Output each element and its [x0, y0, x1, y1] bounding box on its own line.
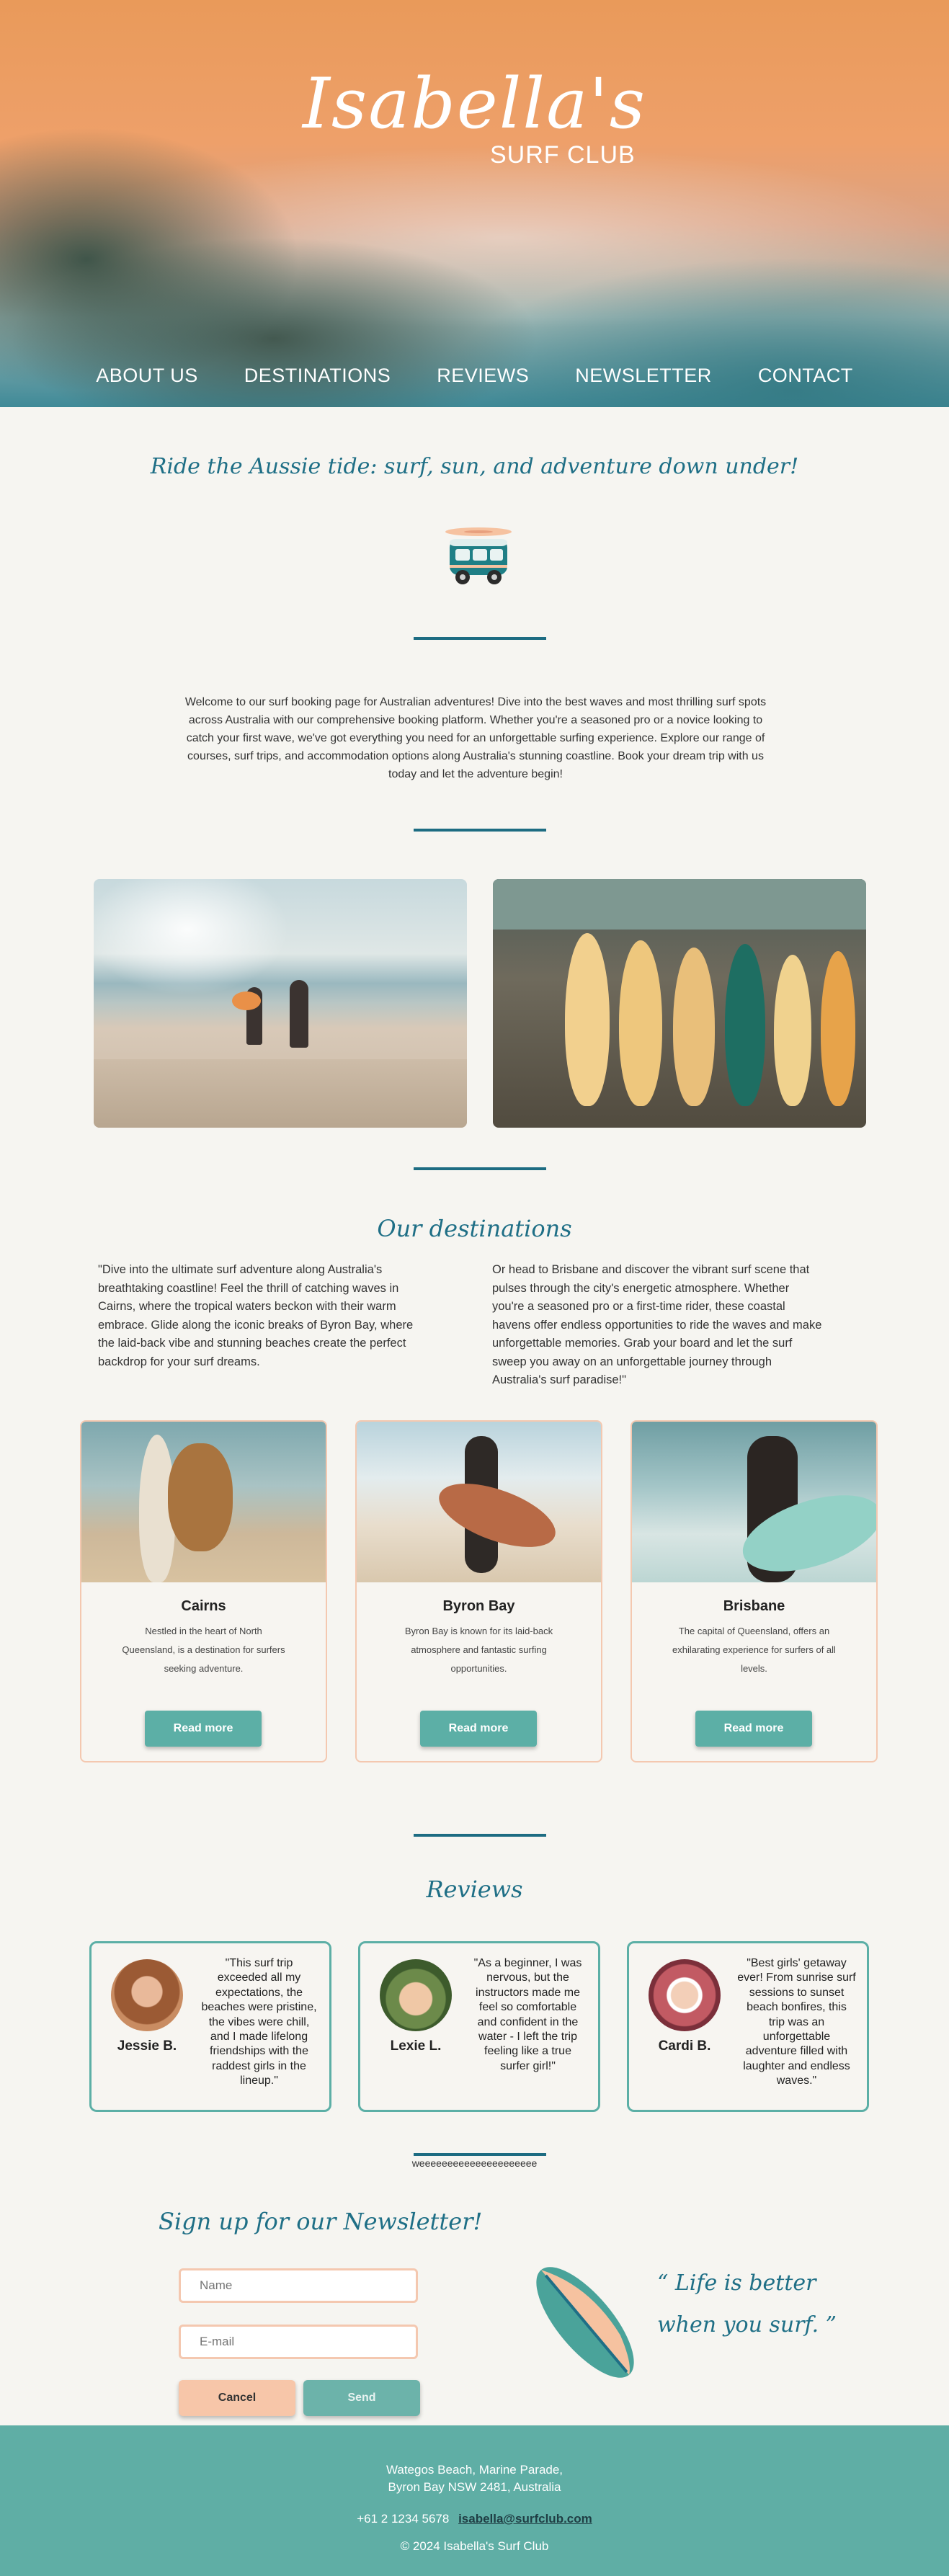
destinations-title: Our destinations [377, 1215, 572, 1242]
read-more-button[interactable]: Read more [695, 1711, 812, 1747]
cancel-button[interactable]: Cancel [179, 2380, 295, 2416]
surf-quote: “ Life is better when you surf. ” [657, 2263, 845, 2346]
nav-contact[interactable]: CONTACT [758, 365, 853, 387]
card-description: Byron Bay is known for its laid-back atm… [404, 1626, 553, 1674]
review-card: Lexie L. "As a beginner, I was nervous, … [358, 1941, 600, 2112]
surf-van-icon [445, 527, 512, 584]
reviews-title: Reviews [426, 1876, 523, 1903]
copyright: © 2024 Isabella's Surf Club [400, 2539, 549, 2553]
avatar [649, 1959, 721, 2031]
destination-card-brisbane: Brisbane The capital of Queensland, offe… [631, 1420, 878, 1762]
section-divider [414, 1834, 546, 1837]
avatar [111, 1959, 183, 2031]
byron-bay-photo [357, 1422, 601, 1582]
reviewer-name: Jessie B. [117, 2038, 177, 2054]
brisbane-photo [632, 1422, 876, 1587]
nav-newsletter[interactable]: NEWSLETTER [575, 365, 712, 387]
review-quote: "Best girls' getaway ever! From sunrise … [737, 1957, 856, 2087]
surfboard-icon [536, 2267, 634, 2378]
read-more-button[interactable]: Read more [420, 1711, 537, 1747]
intro-text: Welcome to our surf booking page for Aus… [184, 696, 767, 780]
email-link[interactable]: isabella@surfclub.com [458, 2512, 592, 2526]
address-line: Wategos Beach, Marine Parade, [386, 2463, 563, 2477]
card-title: Byron Bay [442, 1598, 515, 1614]
name-input[interactable] [179, 2268, 418, 2303]
quote-line: “ Life is better [657, 2270, 816, 2296]
site-title: Isabella's [303, 63, 646, 144]
footer-contact: +61 2 1234 5678 isabella@surfclub.com [0, 2512, 949, 2526]
phone-number: +61 2 1234 5678 [357, 2512, 450, 2526]
site-subtitle: SURF CLUB [490, 141, 636, 169]
email-input[interactable] [179, 2325, 418, 2359]
card-description: The capital of Queensland, offers an exh… [672, 1626, 836, 1674]
review-card: Jessie B. "This surf trip exceeded all m… [89, 1941, 331, 2112]
filler-text: weeeeeeeeeeeeeeeeeeeee [411, 2157, 538, 2169]
card-title: Cairns [181, 1598, 226, 1614]
send-button[interactable]: Send [303, 2380, 420, 2416]
review-card: Cardi B. "Best girls' getaway ever! From… [627, 1941, 869, 2112]
nav-destinations[interactable]: DESTINATIONS [244, 365, 391, 387]
tagline: Ride the Aussie tide: surf, sun, and adv… [150, 454, 799, 479]
section-divider [414, 829, 546, 832]
quote-line: when you surf. ” [657, 2312, 837, 2337]
review-quote: "As a beginner, I was nervous, but the i… [473, 1957, 582, 2072]
destination-card-byron-bay: Byron Bay Byron Bay is known for its lai… [355, 1420, 602, 1762]
nav-reviews[interactable]: REVIEWS [437, 365, 529, 387]
avatar [380, 1959, 452, 2031]
hero-banner: Isabella's SURF CLUB ABOUT US DESTINATIO… [0, 0, 949, 407]
card-title: Brisbane [723, 1598, 785, 1614]
cairns-photo [81, 1422, 326, 1582]
destination-card-cairns: Cairns Nestled in the heart of North Que… [80, 1420, 327, 1762]
footer: Wategos Beach, Marine Parade, Byron Bay … [0, 2425, 949, 2576]
card-description: Nestled in the heart of North Queensland… [122, 1626, 285, 1674]
main-nav: ABOUT US DESTINATIONS REVIEWS NEWSLETTER… [0, 365, 949, 387]
section-divider [414, 2153, 546, 2156]
footer-address: Wategos Beach, Marine Parade, Byron Bay … [0, 2461, 949, 2496]
nav-about-us[interactable]: ABOUT US [96, 365, 198, 387]
section-divider [414, 637, 546, 640]
surfboards-rack-photo [493, 879, 866, 1128]
newsletter-title: Sign up for our Newsletter! [159, 2208, 483, 2235]
address-line: Byron Bay NSW 2481, Australia [388, 2480, 561, 2494]
read-more-button[interactable]: Read more [145, 1711, 262, 1747]
beach-surfers-photo [94, 879, 467, 1128]
reviewer-name: Lexie L. [390, 2038, 442, 2054]
review-quote: "This surf trip exceeded all my expectat… [201, 1957, 317, 2087]
page: Isabella's SURF CLUB ABOUT US DESTINATIO… [0, 0, 949, 2576]
destinations-left-text: "Dive into the ultimate surf adventure a… [98, 1263, 414, 1368]
section-divider [414, 1167, 546, 1170]
destinations-right-text: Or head to Brisbane and discover the vib… [492, 1263, 822, 1386]
reviewer-name: Cardi B. [658, 2038, 711, 2054]
